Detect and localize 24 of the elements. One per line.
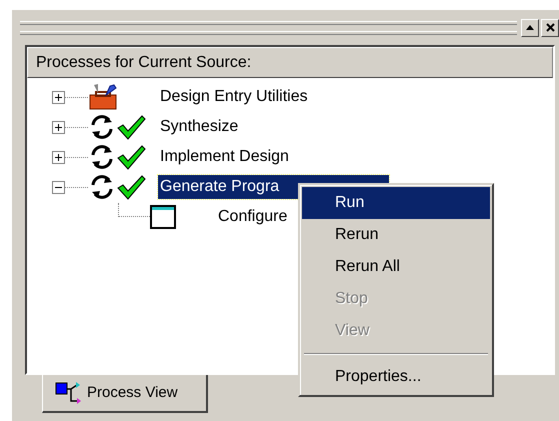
panel-header: Processes for Current Source:: [27, 47, 553, 78]
expander-icon[interactable]: [52, 120, 65, 134]
tree-item[interactable]: Synthesize: [158, 115, 238, 139]
close-icon: [546, 23, 554, 32]
tree-item[interactable]: Implement Design: [158, 145, 289, 169]
menu-item[interactable]: Rerun All: [302, 251, 490, 283]
checkmark-icon: [116, 174, 146, 200]
menu-item[interactable]: Properties...: [302, 361, 490, 393]
close-button[interactable]: [541, 18, 559, 36]
menu-item[interactable]: Rerun: [302, 219, 490, 251]
minimize-button[interactable]: [521, 18, 539, 36]
expander-icon[interactable]: [52, 150, 65, 164]
checkmark-icon: [116, 114, 146, 140]
tree-item[interactable]: Configure: [218, 205, 288, 229]
hierarchy-icon: [55, 381, 83, 405]
checkmark-icon: [116, 144, 146, 170]
tab[interactable]: Process View: [42, 375, 208, 413]
menu-item[interactable]: Run: [302, 187, 490, 219]
expander-icon[interactable]: [52, 180, 65, 194]
tree-item[interactable]: Design Entry Utilities: [158, 85, 308, 109]
grip-bar[interactable]: [20, 20, 517, 34]
triangle-icon: [526, 25, 534, 30]
window-icon: [150, 205, 176, 229]
expander-icon[interactable]: [52, 90, 65, 104]
